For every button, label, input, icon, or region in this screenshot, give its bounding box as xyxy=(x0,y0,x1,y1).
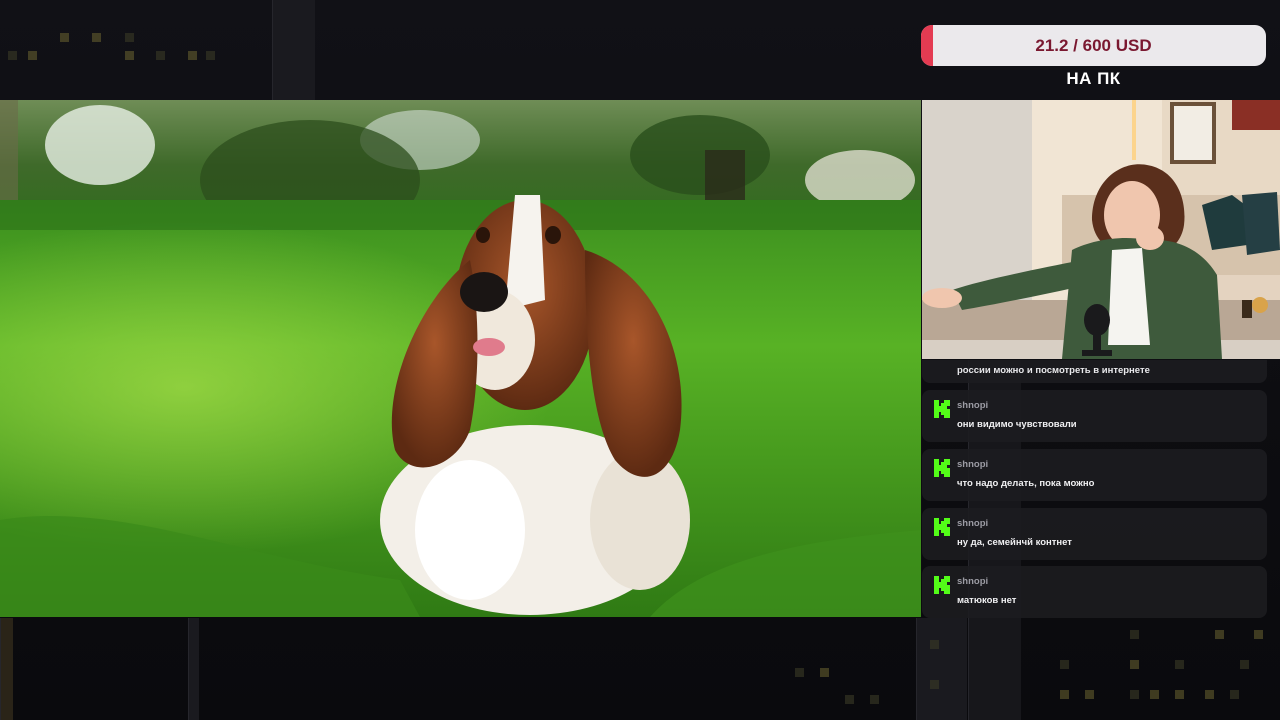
chat-message: shnopi что надо делать, пока можно xyxy=(922,449,1267,501)
basset-hound-photo xyxy=(0,100,921,617)
chat-panel: россии можно и посмотреть в интернете sh… xyxy=(922,360,1267,618)
chat-username[interactable]: shnopi xyxy=(957,576,988,587)
webcam-feed xyxy=(922,100,1280,359)
chat-message: shnopi они видимо чувствовали xyxy=(922,390,1267,442)
kick-badge-icon xyxy=(934,518,950,536)
donation-goal-caption: НА ПК xyxy=(1066,69,1121,88)
background-building xyxy=(0,618,13,720)
chat-message-text: матюков нет xyxy=(957,595,1017,606)
chat-message-partial: россии можно и посмотреть в интернете xyxy=(922,360,1267,383)
basset-hound-image xyxy=(0,100,921,617)
donation-goal-bar: 21.2 / 600 USD xyxy=(921,25,1266,66)
kick-badge-icon xyxy=(934,576,950,594)
background-building xyxy=(272,0,315,100)
background-building xyxy=(916,618,967,720)
kick-badge-icon xyxy=(934,459,950,477)
stream-overlay: 21.2 / 600 USD НА ПК россии можно и посм… xyxy=(0,0,1280,720)
chat-username[interactable]: shnopi xyxy=(957,400,988,411)
donation-goal-amount: 21.2 / 600 USD xyxy=(1035,35,1152,55)
kick-badge-icon xyxy=(934,400,950,418)
chat-message-text: что надо делать, пока можно xyxy=(957,478,1095,489)
chat-username[interactable]: shnopi xyxy=(957,518,988,529)
chat-message: shnopi ну да, семейнчй контнет xyxy=(922,508,1267,560)
chat-message: shnopi матюков нет xyxy=(922,566,1267,618)
chat-message-text: они видимо чувствовали xyxy=(957,419,1077,430)
background-building xyxy=(188,618,199,720)
streamer-webcam-image xyxy=(922,100,1280,359)
chat-username[interactable]: shnopi xyxy=(957,459,988,470)
chat-message-text: россии можно и посмотреть в интернете xyxy=(957,365,1150,376)
chat-message-text: ну да, семейнчй контнет xyxy=(957,537,1072,548)
